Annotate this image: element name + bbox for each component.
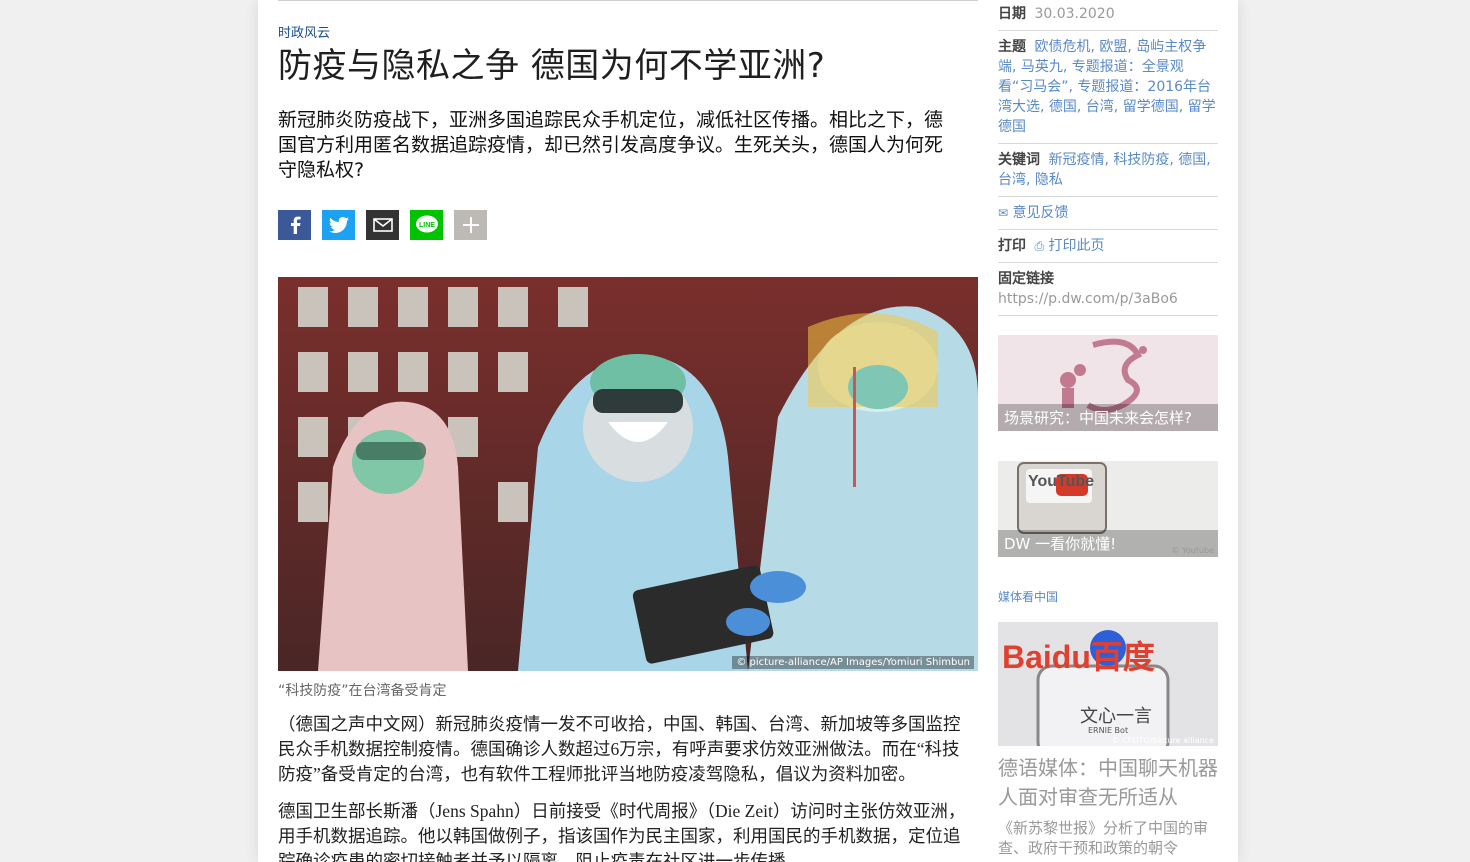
facebook-icon [290,216,301,234]
youtube-logo-text: YouTube [1028,473,1095,490]
feedback-link[interactable]: 意见反馈 [1013,205,1069,221]
topics-label: 主题 [998,39,1026,55]
sidebar: 日期 30.03.2020 主题 欧债危机, 欧盟, 岛屿主权争端, 马英九, … [998,0,1218,857]
line-share-button[interactable]: LINE [410,210,443,240]
topics-links[interactable]: 欧债危机, 欧盟, 岛屿主权争端, 马英九, 专题报道：全景观看“习马会”, 专… [998,39,1216,135]
date-row: 日期 30.03.2020 [998,0,1218,31]
article-kicker[interactable]: 时政风云 [278,22,330,41]
facebook-share-button[interactable] [278,210,311,240]
tile-credit: © CFOTO/picture alliance [1111,736,1214,745]
teaser-tile-dw-explainer[interactable]: YouTube © Youtube DW 一看你就懂! [998,461,1218,557]
image-caption: “科技防疫”在台湾备受肯定 [278,683,447,699]
teaser-tile-china-future[interactable]: 场景研究：中国未来会怎样? [998,335,1218,431]
line-icon: LINE [415,215,438,233]
baidu-logo-text: Baidu百度 [1002,639,1155,675]
image-credit: © picture-alliance/AP Images/Yomiuri Shi… [732,656,974,669]
print-row: 打印 ⎙ 打印此页 [998,230,1218,263]
teaser-text: 《新苏黎世报》分析了中国的审查、政府干预和政策的朝令 [998,819,1209,857]
email-share-button[interactable] [366,210,399,240]
email-icon [372,218,393,232]
keywords-label: 关键词 [998,152,1040,168]
article-body: （德国之声中文网）新冠肺炎疫情一发不可收拾，中国、韩国、台湾、新加坡等多国监控民… [278,712,968,862]
teaser-tile-baidu[interactable]: Baidu百度 文心一言 ERNIE Bot © CFOTO/picture a… [998,622,1218,746]
plus-icon [462,217,479,233]
topics-row: 主题 欧债危机, 欧盟, 岛屿主权争端, 马英九, 专题报道：全景观看“习马会”… [998,31,1218,144]
teaser-tile-label: DW 一看你就懂! [998,530,1218,557]
teaser-tile-label: 场景研究：中国未来会怎样? [998,404,1218,431]
share-bar: LINE [278,210,487,240]
paragraph: 德国卫生部长斯潘（Jens Spahn）日前接受《时代周报》（Die Zeit）… [278,801,966,862]
feedback-row[interactable]: ✉ 意见反馈 [998,197,1218,230]
top-divider [278,0,978,1]
permalink-value[interactable]: https://p.dw.com/p/3aBo6 [998,289,1218,309]
twitter-icon [328,217,349,233]
date-label: 日期 [998,6,1026,22]
article-headline: 防疫与隐私之争 德国为何不学亚洲? [278,46,826,86]
ernie-product-name: 文心一言 [1080,706,1152,727]
permalink-label: 固定链接 [998,271,1054,287]
article-lead: 新冠肺炎防疫战下，亚洲多国追踪民众手机定位，减低社区传播。相比之下，德国官方利用… [278,109,944,181]
more-share-button[interactable] [454,210,487,240]
hero-image: © picture-alliance/AP Images/Yomiuri Shi… [278,277,978,671]
keywords-row: 关键词 新冠疫情, 科技防疫, 德国, 台湾, 隐私 [998,144,1218,197]
teaser-title[interactable]: 德语媒体：中国聊天机器人面对审查无所适从 [998,754,1220,812]
article-page: 时政风云 防疫与隐私之争 德国为何不学亚洲? 新冠肺炎防疫战下，亚洲多国追踪民众… [258,0,1238,862]
date-value: 30.03.2020 [1034,6,1115,22]
print-link[interactable]: 打印此页 [1049,238,1105,254]
permalink-row: 固定链接 https://p.dw.com/p/3aBo6 [998,263,1218,316]
twitter-share-button[interactable] [322,210,355,240]
medical-workers-photo [278,277,978,671]
paragraph: （德国之声中文网）新冠肺炎疫情一发不可收拾，中国、韩国、台湾、新加坡等多国监控民… [278,714,961,784]
svg-text:LINE: LINE [419,222,435,229]
section-label[interactable]: 媒体看中国 [998,588,1058,605]
print-icon: ⎙ [1034,239,1045,253]
mail-icon: ✉ [998,206,1009,220]
ernie-subtitle: ERNIE Bot [1088,726,1129,735]
print-label: 打印 [998,238,1026,254]
